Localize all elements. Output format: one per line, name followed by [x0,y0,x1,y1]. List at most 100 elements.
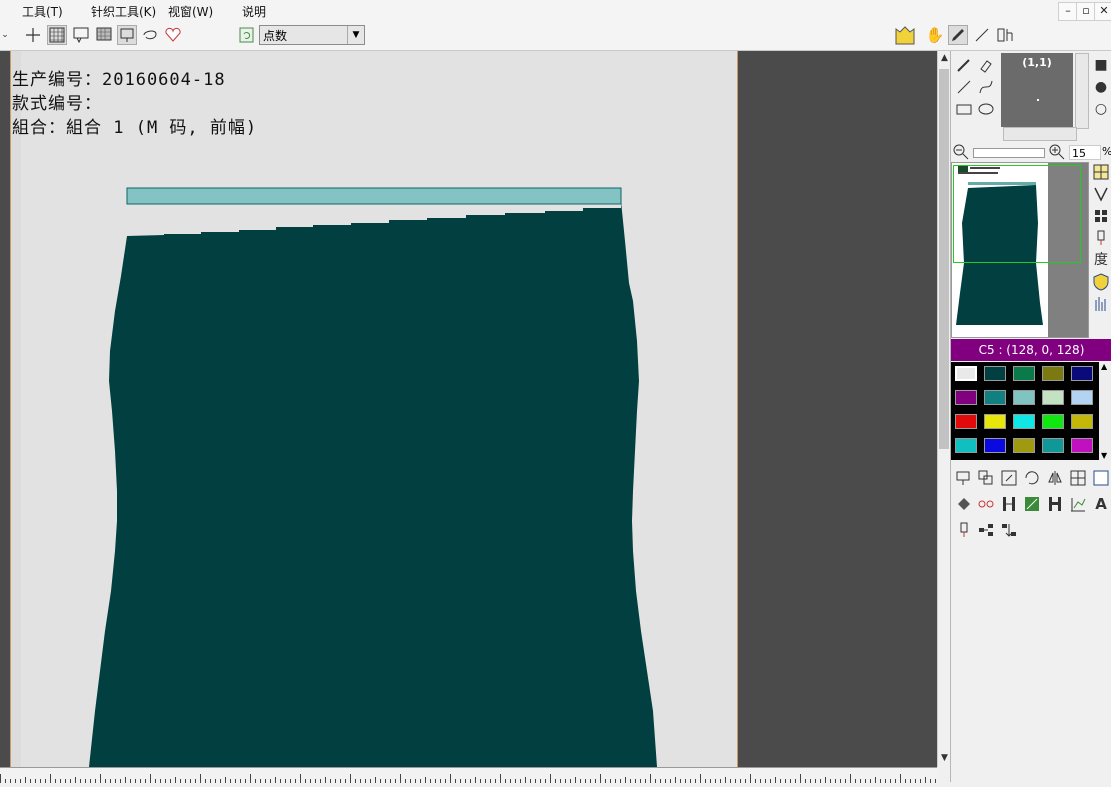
zoom-slider[interactable] [973,148,1045,158]
refresh-icon[interactable] [237,25,257,45]
scroll-thumb[interactable] [939,69,949,449]
center-grid-icon[interactable] [1068,468,1088,488]
color-pen-icon[interactable] [1022,494,1042,514]
palette-scrollbar[interactable]: ▲ ▼ [1099,362,1111,460]
cross-icon[interactable] [23,25,43,45]
preview-scrollbar[interactable] [1075,53,1089,129]
menu-tools[interactable]: 工具(T) [22,3,63,20]
brush-preview: (1,1) [1001,53,1073,127]
color-swatch[interactable] [1013,390,1035,405]
color-swatch[interactable] [984,438,1006,453]
degree-icon[interactable]: 度 [1091,250,1111,270]
zoom-out-icon[interactable] [951,142,971,162]
round-brush-icon[interactable]: ● [1091,77,1111,97]
production-number-line: 生产编号：20160604-18 [12,65,226,90]
select-icon[interactable] [71,25,91,45]
hand-icon[interactable]: ✋ [925,25,945,45]
branch-icon[interactable] [976,520,996,540]
color-swatch[interactable] [984,414,1006,429]
eraser-icon[interactable] [976,55,996,75]
h-bar-icon[interactable] [1045,494,1065,514]
v-pattern-icon[interactable] [1091,184,1111,204]
color-swatch[interactable] [1042,366,1064,381]
color-swatch[interactable] [955,438,977,453]
color-swatch[interactable] [1071,414,1093,429]
hollow-brush-icon[interactable]: ○ [1091,99,1111,119]
line-icon[interactable] [972,25,992,45]
collar-band [126,187,622,205]
color-swatch[interactable] [1042,414,1064,429]
link-icon[interactable] [976,494,996,514]
preview-hscrollbar[interactable] [1003,127,1077,141]
canvas-area[interactable]: 生产编号：20160604-18 款式编号： 組合：組合 1 (M 码, 前幅) [0,51,937,767]
menu-help[interactable]: 说明 [242,3,266,20]
menu-knit-tools[interactable]: 针织工具(K) [91,3,156,20]
rect-select-icon[interactable] [117,25,137,45]
pin-tool-icon[interactable] [954,520,974,540]
ellipse-icon[interactable] [976,99,996,119]
zoom-input[interactable]: 15 [1069,145,1101,160]
scale-icon[interactable] [999,468,1019,488]
brush-icon[interactable] [948,25,968,45]
vertical-scrollbar[interactable]: ▲ ▼ [937,51,951,767]
fill-grid-icon[interactable] [94,25,114,45]
rotate-icon[interactable] [1022,468,1042,488]
right-panel: (1,1) ■ ● ○ 15 % [950,51,1111,782]
column-icon[interactable] [999,494,1019,514]
minimize-button[interactable]: – [1058,2,1078,21]
preview-dot [1037,99,1039,101]
curve-icon[interactable] [976,77,996,97]
color-swatch[interactable] [1071,366,1093,381]
close-button[interactable]: ✕ [1094,2,1111,21]
mode-select[interactable]: 点数 ▼ [259,25,365,45]
blocks-icon[interactable] [1091,206,1111,226]
zoom-row: 15 % [951,142,1111,162]
color-swatch[interactable] [1013,438,1035,453]
select-rect-icon[interactable] [954,468,974,488]
color-swatch[interactable] [1071,390,1093,405]
palm-icon[interactable] [894,25,916,45]
zoom-in-icon[interactable] [1047,142,1067,162]
navigator-thumbnail[interactable] [951,162,1089,338]
palette-up-arrow[interactable]: ▲ [1101,362,1107,371]
pencil-icon[interactable] [954,55,974,75]
figure-icon[interactable] [995,25,1015,45]
text-icon[interactable]: A [1091,494,1111,514]
menu-window[interactable]: 视窗(W) [168,3,213,20]
color-swatch[interactable] [1013,414,1035,429]
design-canvas[interactable]: 生产编号：20160604-18 款式编号： 組合：組合 1 (M 码, 前幅) [10,51,738,767]
color-swatch[interactable] [1042,438,1064,453]
lasso-icon[interactable] [140,25,160,45]
pin-icon[interactable] [1091,228,1111,248]
frame-icon[interactable] [1091,468,1111,488]
bucket-icon[interactable] [954,494,974,514]
mirror-icon[interactable] [1045,468,1065,488]
grid-view-icon[interactable] [1091,162,1111,182]
shield-icon[interactable] [1091,272,1111,292]
restore-button[interactable]: ▫ [1076,2,1096,21]
color-swatch[interactable] [984,390,1006,405]
garment-drawing[interactable] [11,51,737,767]
color-swatch[interactable] [955,366,977,381]
straight-line-icon[interactable] [954,77,974,97]
rectangle-icon[interactable] [954,99,974,119]
toolbar-expand-icon[interactable]: ⌄ [0,25,10,45]
palette-down-arrow[interactable]: ▼ [1101,451,1107,460]
grid-icon[interactable] [47,25,67,45]
bars-icon[interactable] [1091,294,1111,314]
viewport-indicator[interactable] [953,165,1081,263]
square-brush-icon[interactable]: ■ [1091,55,1111,75]
color-swatch[interactable] [984,366,1006,381]
color-swatch[interactable] [1071,438,1093,453]
color-swatch[interactable] [1013,366,1035,381]
copy-icon[interactable] [976,468,996,488]
color-palette[interactable] [951,362,1099,460]
color-swatch[interactable] [1042,390,1064,405]
color-swatch[interactable] [955,414,977,429]
chevron-down-icon[interactable]: ▼ [347,26,364,44]
heart-icon[interactable] [163,25,183,45]
color-swatch[interactable] [955,390,977,405]
sort-icon[interactable] [999,520,1019,540]
chart-icon[interactable] [1068,494,1088,514]
production-value: 20160604-18 [102,70,226,90]
